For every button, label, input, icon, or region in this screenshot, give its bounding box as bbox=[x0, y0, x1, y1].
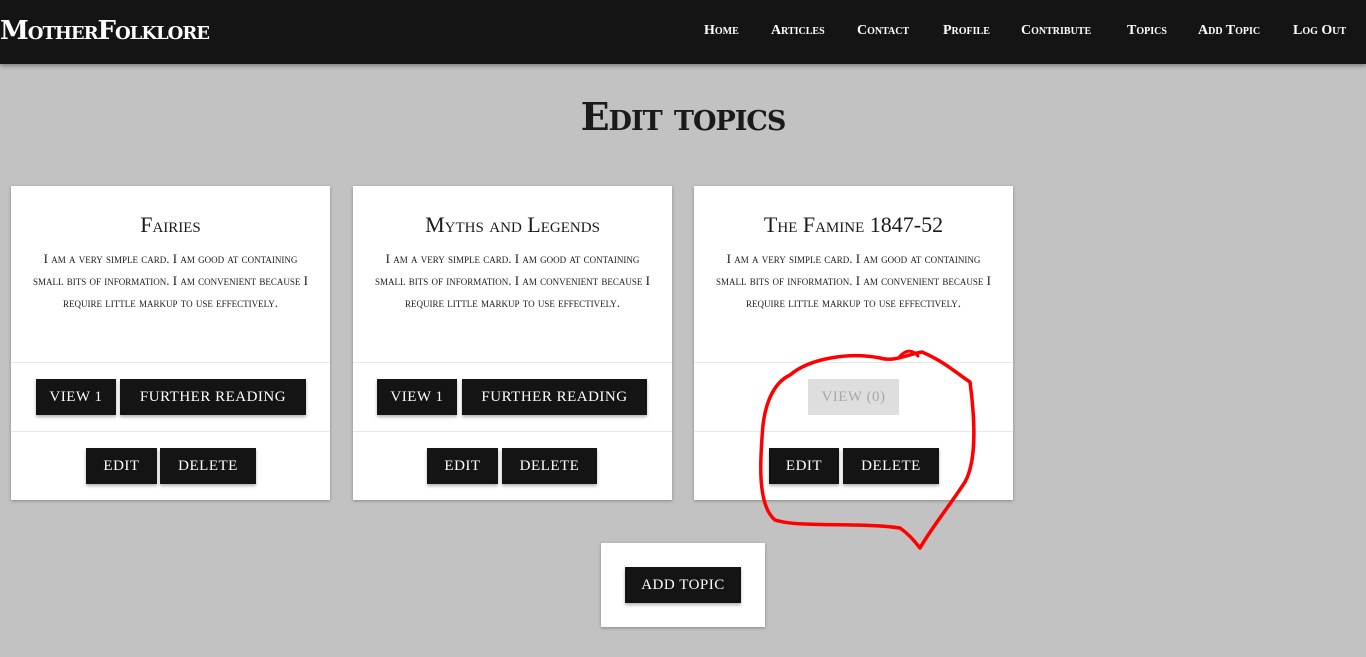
add-topic-button[interactable]: ADD TOPIC bbox=[625, 567, 741, 603]
delete-button[interactable]: DELETE bbox=[843, 448, 939, 484]
page-title: Edit topics bbox=[580, 94, 787, 139]
nav-link-topics[interactable]: Topics bbox=[1127, 22, 1167, 40]
delete-button[interactable]: DELETE bbox=[160, 448, 256, 484]
nav-link-add-topic[interactable]: Add Topic bbox=[1198, 22, 1260, 40]
card-divider bbox=[353, 362, 672, 363]
card-description: I am a very simple card. I am good at co… bbox=[33, 251, 308, 310]
card-divider bbox=[353, 431, 672, 432]
top-navbar: MotherFolklore Home Articles Contact Pro… bbox=[0, 0, 1366, 64]
nav-link-home[interactable]: Home bbox=[704, 22, 739, 40]
card-title: Fairies bbox=[140, 212, 201, 237]
delete-button[interactable]: DELETE bbox=[502, 448, 597, 484]
card-description: I am a very simple card. I am good at co… bbox=[375, 251, 650, 310]
edit-button[interactable]: EDIT bbox=[427, 448, 498, 484]
further-reading-button[interactable]: FURTHER READING bbox=[120, 379, 306, 415]
view-button[interactable]: VIEW 1 bbox=[36, 379, 116, 415]
brand-logo[interactable]: MotherFolklore bbox=[0, 13, 210, 49]
card-title: The Famine 1847-52 bbox=[763, 212, 944, 237]
edit-button[interactable]: EDIT bbox=[769, 448, 839, 484]
topic-card: The Famine 1847-52 I am a very simple ca… bbox=[694, 186, 1013, 500]
view-button-disabled: VIEW (0) bbox=[808, 379, 899, 415]
edit-button[interactable]: EDIT bbox=[86, 448, 157, 484]
card-title: Myths and Legends bbox=[425, 212, 600, 237]
card-divider bbox=[11, 362, 330, 363]
card-divider bbox=[11, 431, 330, 432]
topic-card: Fairies I am a very simple card. I am go… bbox=[11, 186, 330, 500]
further-reading-button[interactable]: FURTHER READING bbox=[462, 379, 647, 415]
nav-link-contribute[interactable]: Contribute bbox=[1021, 22, 1091, 40]
nav-link-log-out[interactable]: Log Out bbox=[1293, 22, 1346, 40]
nav-link-contact[interactable]: Contact bbox=[857, 22, 909, 40]
card-description: I am a very simple card. I am good at co… bbox=[716, 251, 991, 310]
nav-link-articles[interactable]: Articles bbox=[771, 22, 825, 40]
view-button[interactable]: VIEW 1 bbox=[377, 379, 457, 415]
card-divider bbox=[694, 431, 1013, 432]
card-divider bbox=[694, 362, 1013, 363]
add-topic-panel: ADD TOPIC bbox=[601, 543, 765, 627]
nav-link-profile[interactable]: Profile bbox=[943, 22, 990, 40]
topic-card: Myths and Legends I am a very simple car… bbox=[353, 186, 672, 500]
